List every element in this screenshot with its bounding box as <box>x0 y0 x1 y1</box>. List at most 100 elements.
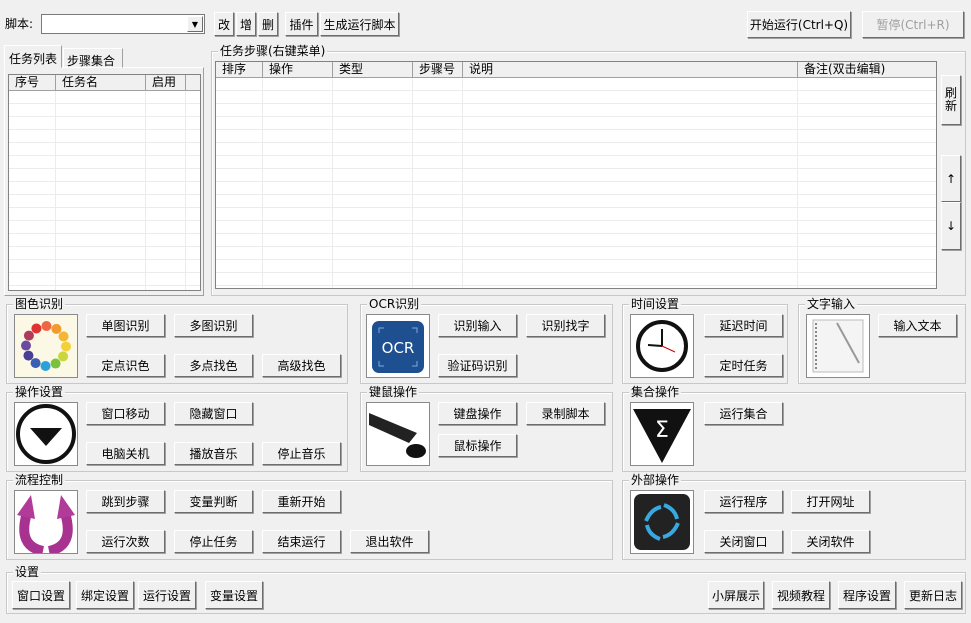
op-button-4[interactable]: 停止音乐 <box>262 442 341 465</box>
group-title: 外部操作 <box>629 473 682 487</box>
group-title: 文字输入 <box>805 297 858 311</box>
time-button-1[interactable]: 定时任务 <box>704 354 783 377</box>
flow-button-2[interactable]: 重新开始 <box>262 490 341 513</box>
flow-button-6[interactable]: 退出软件 <box>350 530 429 553</box>
settings-button-4[interactable]: 小屏展示 <box>708 581 764 609</box>
add-button[interactable]: 增 <box>236 12 256 36</box>
delete-button[interactable]: 删 <box>258 12 278 36</box>
ocr-icon: OCR <box>366 314 430 378</box>
start-button[interactable]: 开始运行(Ctrl+Q) <box>747 11 851 38</box>
color-dot <box>50 358 61 369</box>
group-title: 操作设置 <box>13 385 66 399</box>
group-title: 流程控制 <box>13 473 66 487</box>
color-dot <box>40 360 51 371</box>
flow-button-4[interactable]: 停止任务 <box>174 530 253 553</box>
keyboard-mouse-icon <box>366 402 430 466</box>
ocr-button-1[interactable]: 识别找字 <box>526 314 605 337</box>
notebook-icon <box>806 314 870 378</box>
settings-button-7[interactable]: 更新日志 <box>904 581 962 609</box>
color-dot <box>60 341 71 352</box>
column-header[interactable]: 备注(双击编辑) <box>798 62 936 78</box>
group-title: 键鼠操作 <box>367 385 420 399</box>
color-dot <box>23 330 34 341</box>
op-button-2[interactable]: 电脑关机 <box>86 442 165 465</box>
column-header[interactable]: 说明 <box>463 62 798 78</box>
settings-button-3[interactable]: 变量设置 <box>205 581 263 609</box>
plugin-button[interactable]: 插件 <box>285 12 318 36</box>
column-header[interactable]: 启用 <box>146 75 186 91</box>
settings-button-1[interactable]: 绑定设置 <box>76 581 134 609</box>
group-title: OCR识别 <box>367 297 422 311</box>
tab-step-sets[interactable]: 步骤集合 <box>63 48 123 68</box>
generate-script-button[interactable]: 生成运行脚本 <box>320 12 399 36</box>
move-up-button[interactable]: ↑ <box>941 155 961 202</box>
color-dot <box>31 323 42 334</box>
move-down-button[interactable]: ↓ <box>941 202 961 250</box>
image-button-4[interactable]: 高级找色 <box>262 354 341 377</box>
settings-button-6[interactable]: 程序设置 <box>838 581 896 609</box>
steps-table[interactable]: 排序 操作 类型 步骤号 说明 备注(双击编辑) <box>215 61 937 289</box>
color-dot <box>23 350 34 361</box>
color-dot <box>51 323 62 334</box>
column-header[interactable]: 步骤号 <box>413 62 463 78</box>
steps-title: 任务步骤(右键菜单) <box>218 44 328 58</box>
settings-button-0[interactable]: 窗口设置 <box>12 581 70 609</box>
tab-task-list[interactable]: 任务列表 <box>4 45 62 68</box>
ext-button-3[interactable]: 关闭软件 <box>791 530 870 553</box>
op-button-0[interactable]: 窗口移动 <box>86 402 165 425</box>
km-button-1[interactable]: 录制脚本 <box>526 402 605 425</box>
column-header[interactable]: 类型 <box>333 62 413 78</box>
dropdown-circle-icon <box>14 402 78 466</box>
flow-button-0[interactable]: 跳到步骤 <box>86 490 165 513</box>
group-title: 集合操作 <box>629 385 682 399</box>
sigma-icon: Σ <box>630 402 694 466</box>
settings-button-5[interactable]: 视频教程 <box>772 581 830 609</box>
image-button-1[interactable]: 多图识别 <box>174 314 253 337</box>
text-button-0[interactable]: 输入文本 <box>878 314 957 337</box>
group-title: 图色识别 <box>13 297 66 311</box>
ocr-button-0[interactable]: 识别输入 <box>438 314 517 337</box>
settings-button-2[interactable]: 运行设置 <box>138 581 196 609</box>
flow-button-1[interactable]: 变量判断 <box>174 490 253 513</box>
ext-button-2[interactable]: 关闭窗口 <box>704 530 783 553</box>
loop-arrows-icon <box>14 490 78 554</box>
color-dot <box>21 340 32 351</box>
image-button-0[interactable]: 单图识别 <box>86 314 165 337</box>
chevron-down-icon[interactable]: ▼ <box>187 16 203 32</box>
script-select[interactable]: ▼ <box>41 14 205 34</box>
time-button-0[interactable]: 延迟时间 <box>704 314 783 337</box>
flow-button-5[interactable]: 结束运行 <box>262 530 341 553</box>
ext-button-0[interactable]: 运行程序 <box>704 490 783 513</box>
task-list-table[interactable]: 序号 任务名 启用 <box>8 74 201 291</box>
column-header[interactable]: 操作 <box>263 62 333 78</box>
ext-button-1[interactable]: 打开网址 <box>791 490 870 513</box>
svg-text:Σ: Σ <box>655 418 669 443</box>
clock-icon <box>630 314 694 378</box>
color-dot <box>58 331 69 342</box>
svg-text:OCR: OCR <box>382 339 415 357</box>
op-button-3[interactable]: 播放音乐 <box>174 442 253 465</box>
column-header[interactable]: 序号 <box>9 75 56 91</box>
color-dot <box>30 358 41 369</box>
sync-arrows-icon <box>630 490 694 554</box>
group-title: 设置 <box>13 565 42 579</box>
script-label: 脚本: <box>5 17 34 31</box>
image-button-3[interactable]: 多点找色 <box>174 354 253 377</box>
column-header[interactable]: 排序 <box>216 62 263 78</box>
color-dot <box>58 351 69 362</box>
refresh-button[interactable]: 刷新 <box>941 75 961 125</box>
set-button-0[interactable]: 运行集合 <box>704 402 783 425</box>
flow-button-3[interactable]: 运行次数 <box>86 530 165 553</box>
color-wheel-icon <box>14 314 78 378</box>
image-button-2[interactable]: 定点识色 <box>86 354 165 377</box>
color-dot <box>41 321 52 332</box>
km-button-0[interactable]: 键盘操作 <box>438 402 517 425</box>
ocr-button-2[interactable]: 验证码识别 <box>438 354 517 377</box>
column-header[interactable]: 任务名 <box>56 75 146 91</box>
column-header-filler <box>186 75 200 91</box>
group-title: 时间设置 <box>629 297 682 311</box>
pause-button[interactable]: 暂停(Ctrl+R) <box>862 11 964 38</box>
op-button-1[interactable]: 隐藏窗口 <box>174 402 253 425</box>
km-button-2[interactable]: 鼠标操作 <box>438 434 517 457</box>
edit-button[interactable]: 改 <box>214 12 234 36</box>
